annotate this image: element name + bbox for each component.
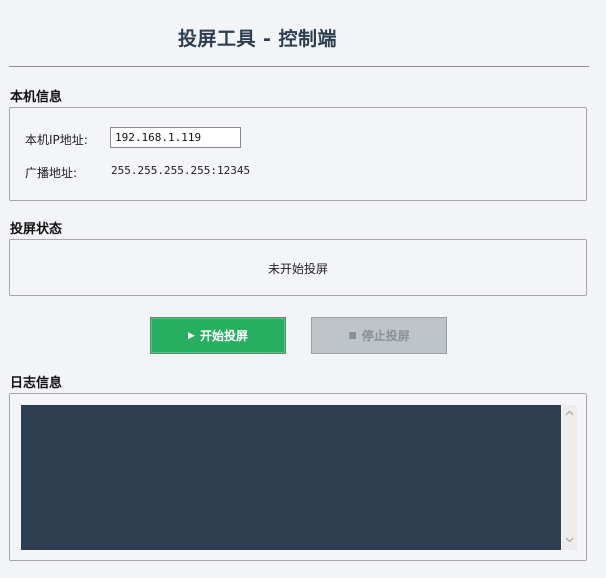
log-section-label: 日志信息 xyxy=(10,376,63,391)
stop-cast-label: 停止投屏 xyxy=(361,329,410,343)
app-title: 投屏工具 - 控制端 xyxy=(177,28,338,50)
start-cast-label: 开始投屏 xyxy=(199,329,248,343)
chevron-up-icon[interactable] xyxy=(562,408,577,420)
play-icon: ▶ xyxy=(188,330,195,341)
log-group xyxy=(9,393,587,561)
ip-label: 本机IP地址: xyxy=(25,133,88,147)
stop-icon: ■ xyxy=(348,330,357,341)
status-group: 未开始投屏 xyxy=(9,239,587,296)
title-divider xyxy=(9,66,589,67)
ip-address-input[interactable] xyxy=(110,127,241,148)
log-scrollbar[interactable] xyxy=(562,405,577,550)
log-text-area[interactable] xyxy=(21,405,561,550)
broadcast-address-value: 255.255.255.255:12345 xyxy=(111,164,251,177)
stop-cast-button[interactable]: ■ 停止投屏 xyxy=(311,317,447,354)
chevron-down-icon[interactable] xyxy=(562,535,577,547)
status-section-label: 投屏状态 xyxy=(10,222,63,237)
broadcast-label: 广播地址: xyxy=(25,166,78,180)
local-info-section-label: 本机信息 xyxy=(10,90,63,105)
status-text: 未开始投屏 xyxy=(267,262,328,276)
start-cast-button[interactable]: ▶ 开始投屏 xyxy=(150,317,286,354)
local-info-group: 本机IP地址: 广播地址: 255.255.255.255:12345 xyxy=(9,107,587,201)
